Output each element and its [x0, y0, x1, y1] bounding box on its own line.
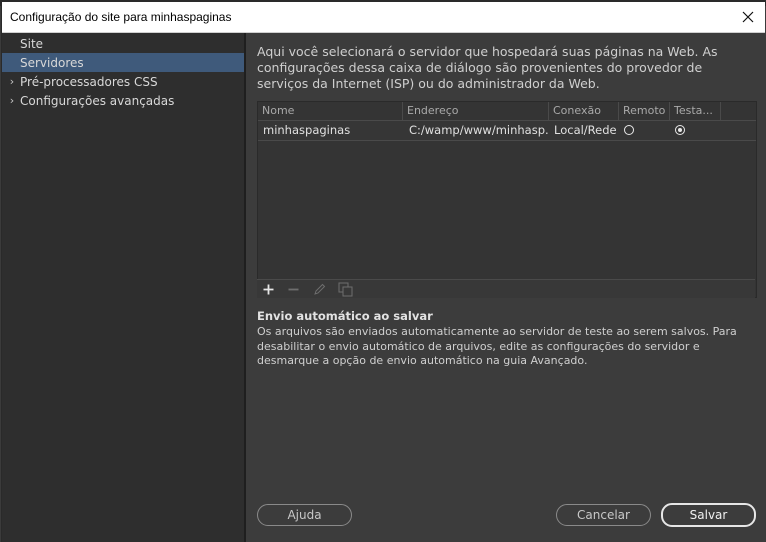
sidebar-item-css-preprocessors[interactable]: › Pré-processadores CSS [2, 72, 244, 91]
column-header-endereco[interactable]: Endereço [403, 102, 549, 120]
close-button[interactable] [731, 2, 765, 32]
auto-upload-description: Os arquivos são enviados automaticamente… [257, 325, 737, 367]
intro-text: Aqui você selecionará o servidor que hos… [257, 44, 718, 91]
add-server-button[interactable] [258, 280, 278, 298]
save-button[interactable]: Salvar [661, 503, 756, 527]
servers-table: Nome Endereço Conexão Remoto Testa... mi… [257, 101, 757, 298]
duplicate-icon [338, 282, 352, 296]
sidebar-item-label: Pré-processadores CSS [20, 74, 158, 89]
plus-icon [263, 284, 273, 294]
sidebar-item-label: Site [20, 36, 44, 51]
table-header: Nome Endereço Conexão Remoto Testa... [258, 102, 756, 120]
sidebar-item-advanced-settings[interactable]: › Configurações avançadas [2, 91, 244, 110]
remove-server-button[interactable] [283, 280, 303, 298]
table-row[interactable]: minhaspaginas C:/wamp/www/minhasp... Loc… [258, 120, 756, 141]
remote-radio[interactable] [624, 125, 634, 135]
sidebar-item-label: Servidores [20, 55, 84, 70]
chevron-right-icon[interactable]: › [4, 94, 20, 107]
column-header-teste[interactable]: Testa... [670, 102, 721, 120]
auto-upload-title: Envio automático ao salvar [257, 309, 433, 323]
cell-conexao: Local/Rede [554, 123, 617, 137]
pencil-icon [313, 283, 325, 295]
dialog-title: Configuração do site para minhaspaginas [10, 10, 232, 24]
column-header-conexao[interactable]: Conexão [549, 102, 619, 120]
sidebar-item-site[interactable]: Site [2, 34, 244, 53]
help-button[interactable]: Ajuda [257, 504, 352, 526]
edit-server-button[interactable] [309, 280, 329, 298]
testing-radio[interactable] [675, 125, 685, 135]
column-header-nome[interactable]: Nome [258, 102, 403, 120]
cell-nome: minhaspaginas [263, 123, 351, 137]
close-icon [742, 11, 754, 23]
minus-icon [288, 288, 298, 290]
column-header-remoto[interactable]: Remoto [619, 102, 670, 120]
server-toolbar [257, 279, 755, 298]
sidebar: Site Servidores › Pré-processadores CSS … [2, 33, 246, 542]
title-bar: Configuração do site para minhaspaginas [2, 2, 765, 33]
cell-endereco: C:/wamp/www/minhasp... [409, 123, 549, 137]
chevron-right-icon[interactable]: › [4, 75, 20, 88]
sidebar-item-label: Configurações avançadas [20, 93, 175, 108]
cancel-button[interactable]: Cancelar [556, 504, 651, 526]
servers-panel: Aqui você selecionará o servidor que hos… [246, 33, 765, 542]
duplicate-server-button[interactable] [335, 280, 355, 298]
sidebar-item-servidores[interactable]: Servidores [2, 53, 244, 72]
site-setup-dialog: Configuração do site para minhaspaginas … [1, 2, 765, 542]
